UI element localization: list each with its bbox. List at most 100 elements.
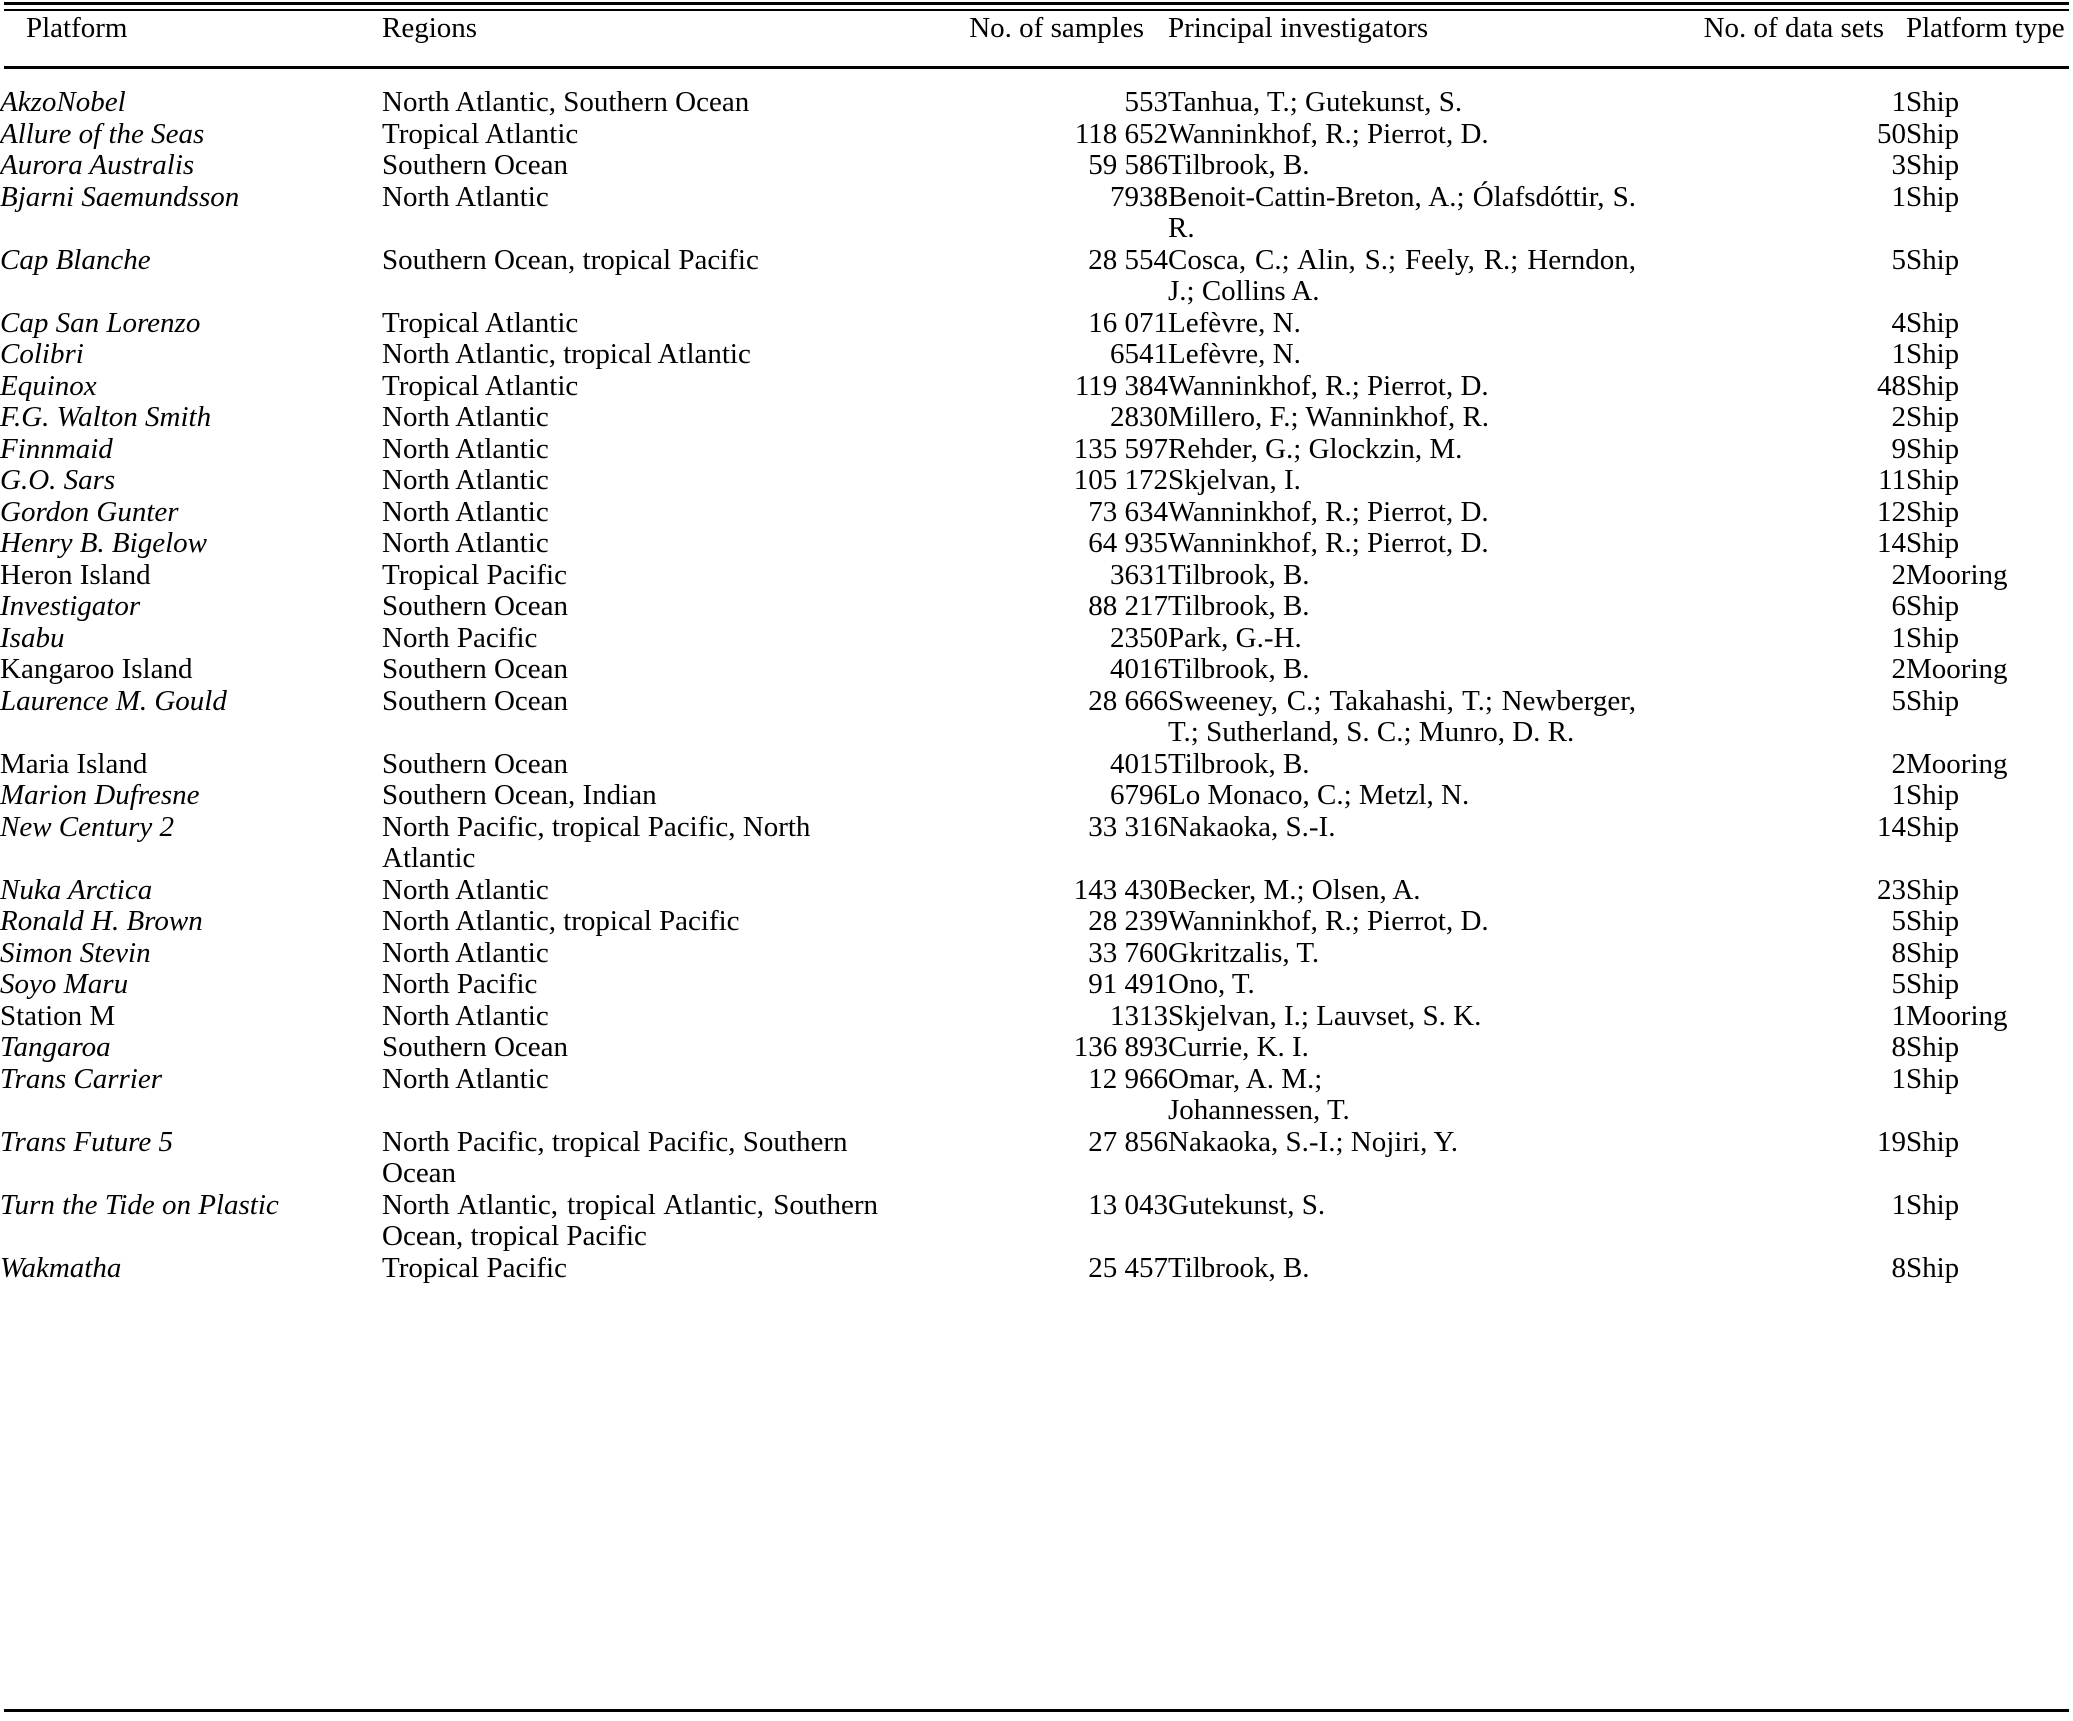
cell-samples: 27 856 [1088, 1125, 1168, 1158]
table-row: Ronald H. Brown North Atlantic, tropical … [0, 905, 2073, 938]
cell-principal-investigators: Rehder, G.; Glockzin, M. [1168, 432, 1463, 465]
column-header-regions: Regions [382, 12, 478, 44]
cell-data-sets: 4 [1891, 306, 1907, 339]
cell-principal-investigators: Millero, F.; Wanninkhof, R. [1168, 401, 1490, 433]
cell-samples: 118 652 [1074, 117, 1168, 150]
cell-platform: Bjarni Saemundsson [0, 180, 240, 213]
table-row: Trans Future 5 North Pacific, tropical Pa… [0, 1125, 2073, 1190]
cell-platform-type: Ship [1906, 936, 1960, 969]
table-row: Aurora Australis Southern Ocean 59 586 Tilb… [0, 149, 2073, 182]
cell-platform: Ronald H. Brown [0, 905, 203, 937]
table-row: Heron Island Tropical Pacific 3631 Tilbrook… [0, 558, 2073, 592]
cell-regions: Tropical Atlantic [382, 306, 579, 339]
cell-data-sets: 1 [1891, 779, 1907, 811]
table-row: Nuka Arctica North Atlantic 143 430 Becker,… [0, 873, 2073, 907]
table-row: Allure of the Seas Tropical Atlantic 118 6… [0, 117, 2073, 151]
table-row: Soyo Maru North Pacific 91 491 Ono, T. 5 Ship [0, 968, 2073, 1001]
cell-platform-type: Ship [1906, 243, 1960, 276]
cell-data-sets: 8 [1891, 936, 1907, 969]
cell-platform-type: Mooring [1906, 999, 2008, 1032]
table-row: Tangaroa Southern Ocean 136 893 Currie, K. … [0, 1031, 2073, 1064]
table-row: G.O. Sars North Atlantic 105 172 Skjelvan, … [0, 464, 2073, 497]
cell-principal-investigators: Wanninkhof, R.; Pierrot, D. [1168, 495, 1489, 528]
cell-platform-type: Ship [1906, 401, 1960, 433]
cell-principal-investigators: Benoit-Cattin-Breton, A.; Ólafsdóttir, S… [1168, 180, 1636, 244]
column-header-platform: Platform [26, 12, 128, 44]
data-table: Platform Regions No. of samples Principa… [0, 12, 2073, 1285]
cell-principal-investigators: Wanninkhof, R.; Pierrot, D. [1168, 527, 1489, 559]
cell-samples: 25 457 [1088, 1251, 1168, 1284]
cell-regions: Southern Ocean, tropical Pacific [382, 243, 759, 276]
cell-platform-type: Ship [1906, 590, 1960, 622]
cell-principal-investigators: Wanninkhof, R.; Pierrot, D. [1168, 117, 1489, 150]
cell-regions: Southern Ocean [382, 1031, 569, 1063]
cell-regions: North Atlantic [382, 936, 549, 969]
cell-samples: 553 [1124, 86, 1169, 118]
cell-regions: Tropical Atlantic [382, 369, 579, 402]
cell-samples: 64 935 [1088, 527, 1168, 559]
table-row: Turn the Tide on Plastic North Atlantic, … [0, 1189, 2073, 1253]
cell-regions: North Pacific, tropical Pacific, North A… [382, 810, 811, 874]
cell-data-sets: 5 [1891, 905, 1907, 937]
table-row: New Century 2 North Pacific, tropical Pac… [0, 810, 2073, 875]
cell-data-sets: 1 [1891, 1062, 1907, 1095]
table-row: Maria Island Southern Ocean 4015 Tilbrook, … [0, 747, 2073, 781]
cell-data-sets: 1 [1891, 338, 1907, 370]
cell-platform: Maria Island [0, 747, 148, 780]
cell-data-sets: 14 [1877, 810, 1906, 843]
header-spacer-row [0, 66, 2073, 87]
cell-samples: 59 586 [1088, 149, 1168, 181]
cell-platform-type: Ship [1906, 527, 1960, 559]
column-header-samples: No. of samples [969, 12, 1144, 44]
table-row: Cap Blanche Southern Ocean, tropical Paci… [0, 243, 2073, 308]
cell-principal-investigators: Sweeney, C.; Takahashi, T.; Newberger, T… [1168, 684, 1636, 748]
cell-data-sets: 6 [1891, 590, 1907, 622]
cell-samples: 2830 [1110, 401, 1168, 433]
cell-platform-type: Ship [1906, 779, 1960, 811]
table-row: Gordon Gunter North Atlantic 73 634 Wannink… [0, 495, 2073, 529]
cell-platform: Henry B. Bigelow [0, 527, 207, 559]
table-row: Marion Dufresne Southern Ocean, Indian 679… [0, 779, 2073, 812]
cell-principal-investigators: Park, G.-H. [1168, 621, 1302, 654]
table-row: Investigator Southern Ocean 88 217 Tilbrook… [0, 590, 2073, 623]
cell-platform: Nuka Arctica [0, 873, 153, 906]
cell-data-sets: 11 [1878, 464, 1906, 496]
cell-samples: 105 172 [1073, 464, 1168, 496]
cell-regions: Tropical Atlantic [382, 117, 579, 150]
cell-data-sets: 23 [1877, 873, 1906, 906]
cell-data-sets: 5 [1891, 684, 1907, 717]
table-row: Wakmatha Tropical Pacific 25 457 Tilbrook, … [0, 1251, 2073, 1285]
cell-platform: Isabu [0, 621, 65, 654]
cell-principal-investigators: Tilbrook, B. [1168, 653, 1310, 685]
cell-principal-investigators: Wanninkhof, R.; Pierrot, D. [1168, 905, 1489, 937]
cell-principal-investigators: Cosca, C.; Alin, S.; Feely, R.; Herndon,… [1168, 243, 1636, 307]
table-row: AkzoNobel North Atlantic, Southern Ocean 5… [0, 86, 2073, 119]
cell-data-sets: 8 [1891, 1031, 1907, 1063]
cell-samples: 28 666 [1088, 684, 1168, 717]
cell-data-sets: 5 [1891, 243, 1907, 276]
cell-principal-investigators: Tanhua, T.; Gutekunst, S. [1168, 86, 1463, 118]
cell-samples: 28 239 [1088, 905, 1168, 937]
cell-samples: 28 554 [1088, 243, 1168, 276]
cell-regions: North Atlantic [382, 464, 549, 496]
cell-regions: North Atlantic [382, 527, 549, 559]
table-row: Equinox Tropical Atlantic 119 384 Wanninkho… [0, 369, 2073, 403]
cell-platform: Tangaroa [0, 1031, 111, 1063]
cell-platform-type: Ship [1906, 1251, 1960, 1284]
cell-platform-type: Ship [1906, 464, 1960, 496]
cell-regions: North Pacific [382, 621, 538, 654]
cell-samples: 33 316 [1088, 810, 1168, 843]
cell-data-sets: 1 [1891, 180, 1907, 213]
cell-data-sets: 1 [1891, 621, 1907, 654]
cell-principal-investigators: Skjelvan, I. [1168, 464, 1301, 496]
cell-data-sets: 8 [1891, 1251, 1907, 1284]
cell-samples: 88 217 [1088, 590, 1168, 622]
cell-principal-investigators: Tilbrook, B. [1168, 590, 1310, 622]
cell-platform: Allure of the Seas [0, 117, 205, 150]
cell-regions: North Atlantic [382, 180, 549, 213]
cell-data-sets: 2 [1891, 558, 1907, 591]
cell-platform: New Century 2 [0, 810, 174, 843]
cell-regions: North Atlantic [382, 401, 549, 433]
cell-principal-investigators: Lefèvre, N. [1168, 306, 1301, 339]
cell-platform-type: Ship [1906, 905, 1960, 937]
